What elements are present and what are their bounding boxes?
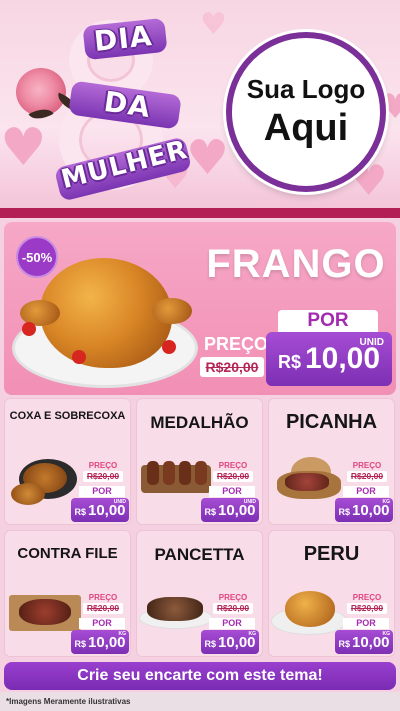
discount-badge: -50% xyxy=(16,236,58,278)
old-price: R$20,00 xyxy=(347,603,387,614)
footer-disclaimer: *Imagens Meramente ilustrativas xyxy=(0,692,400,711)
por-label: POR xyxy=(209,486,255,497)
preco-label: PREÇO xyxy=(352,461,382,470)
por-label: POR xyxy=(343,618,389,629)
featured-currency: R$ xyxy=(277,351,301,372)
unit-label: UNID xyxy=(243,499,256,505)
logo-line1: Sua Logo xyxy=(246,74,366,104)
preco-label: PREÇO xyxy=(88,593,118,602)
unit-label: KG xyxy=(248,631,257,637)
currency: R$ xyxy=(204,506,216,517)
heart-icon: ♥ xyxy=(200,7,227,42)
old-price: R$20,00 xyxy=(83,471,123,482)
por-label: POR xyxy=(343,486,389,497)
turkey-image xyxy=(271,587,347,635)
preco-label: PREÇO xyxy=(218,593,248,602)
heart-icon: ♥ xyxy=(0,118,47,178)
product-name: CONTRA FILE xyxy=(17,545,118,562)
picanha-image xyxy=(271,457,347,503)
medallion-skewers-image xyxy=(141,459,211,495)
featured-name: FRANGO xyxy=(206,242,386,286)
currency: R$ xyxy=(204,638,216,649)
title-dia: DIA xyxy=(92,19,154,58)
por-label: POR xyxy=(79,618,125,629)
product-name: MEDALHÃO xyxy=(150,413,249,432)
price-tag: KG R$ 10,00 xyxy=(335,498,393,522)
price-tag: KG R$ 10,00 xyxy=(335,630,393,654)
product-name: PANCETTA xyxy=(154,545,245,564)
title-da: DA xyxy=(101,84,153,125)
contra-file-image xyxy=(9,589,81,633)
featured-unit: UNID xyxy=(359,337,384,348)
product-card-pancetta[interactable]: PANCETTA PREÇO R$20,00 POR KG R$ 10,00 xyxy=(136,530,263,657)
header-divider xyxy=(0,208,400,218)
por-label: POR xyxy=(79,486,125,497)
logo-line2: Aqui xyxy=(263,107,349,149)
product-card-medalhao[interactable]: MEDALHÃO PREÇO R$20,00 POR UNID R$ 10,00 xyxy=(136,398,263,525)
currency: R$ xyxy=(338,638,350,649)
price-tag: KG R$ 10,00 xyxy=(71,630,129,654)
product-card-picanha[interactable]: PICANHA PREÇO R$20,00 POR KG R$ 10,00 xyxy=(268,398,395,525)
old-price: R$20,00 xyxy=(347,471,387,482)
product-name: COXA E SOBRECOXA xyxy=(9,410,126,422)
por-label: POR xyxy=(209,618,255,629)
old-price: R$20,00 xyxy=(213,471,253,482)
product-card-coxa[interactable]: COXA E SOBRECOXA PREÇO R$20,00 POR UNID … xyxy=(4,398,131,525)
price-tag: KG R$ 10,00 xyxy=(201,630,259,654)
unit-label: KG xyxy=(382,499,391,505)
unit-label: UNID xyxy=(113,499,126,505)
currency: R$ xyxy=(74,506,86,517)
preco-label: PREÇO xyxy=(218,461,248,470)
preco-label: PREÇO xyxy=(88,461,118,470)
heart-icon: ♥ xyxy=(186,130,230,186)
logo-placeholder[interactable]: Sua Logo Aqui xyxy=(226,32,386,192)
old-price: R$20,00 xyxy=(213,603,253,614)
featured-por-label: POR xyxy=(278,310,378,332)
header-banner: ♥ ♥ ♥ ♥ ♥ ♥ DIA DA MULHER Sua Logo Aqui xyxy=(0,0,400,214)
product-name: PERU xyxy=(303,543,360,565)
preco-label: PREÇO xyxy=(352,593,382,602)
unit-label: KG xyxy=(382,631,391,637)
product-name: PICANHA xyxy=(285,411,378,433)
featured-price-tag: UNID R$ 10,00 xyxy=(266,332,392,386)
pancetta-image xyxy=(139,595,213,631)
price-tag: UNID R$ 10,00 xyxy=(201,498,259,522)
old-price: R$20,00 xyxy=(83,603,123,614)
featured-old-price: R$20,00 xyxy=(200,357,264,377)
currency: R$ xyxy=(338,506,350,517)
featured-preco-label: PREÇO xyxy=(203,334,268,354)
product-card-contra-file[interactable]: CONTRA FILE PREÇO R$20,00 POR KG R$ 10,0… xyxy=(4,530,131,657)
unit-label: KG xyxy=(118,631,127,637)
product-card-peru[interactable]: PERU PREÇO R$20,00 POR KG R$ 10,00 xyxy=(268,530,395,657)
price-tag: UNID R$ 10,00 xyxy=(71,498,129,522)
currency: R$ xyxy=(74,638,86,649)
cta-button[interactable]: Crie seu encarte com este tema! xyxy=(4,662,396,690)
